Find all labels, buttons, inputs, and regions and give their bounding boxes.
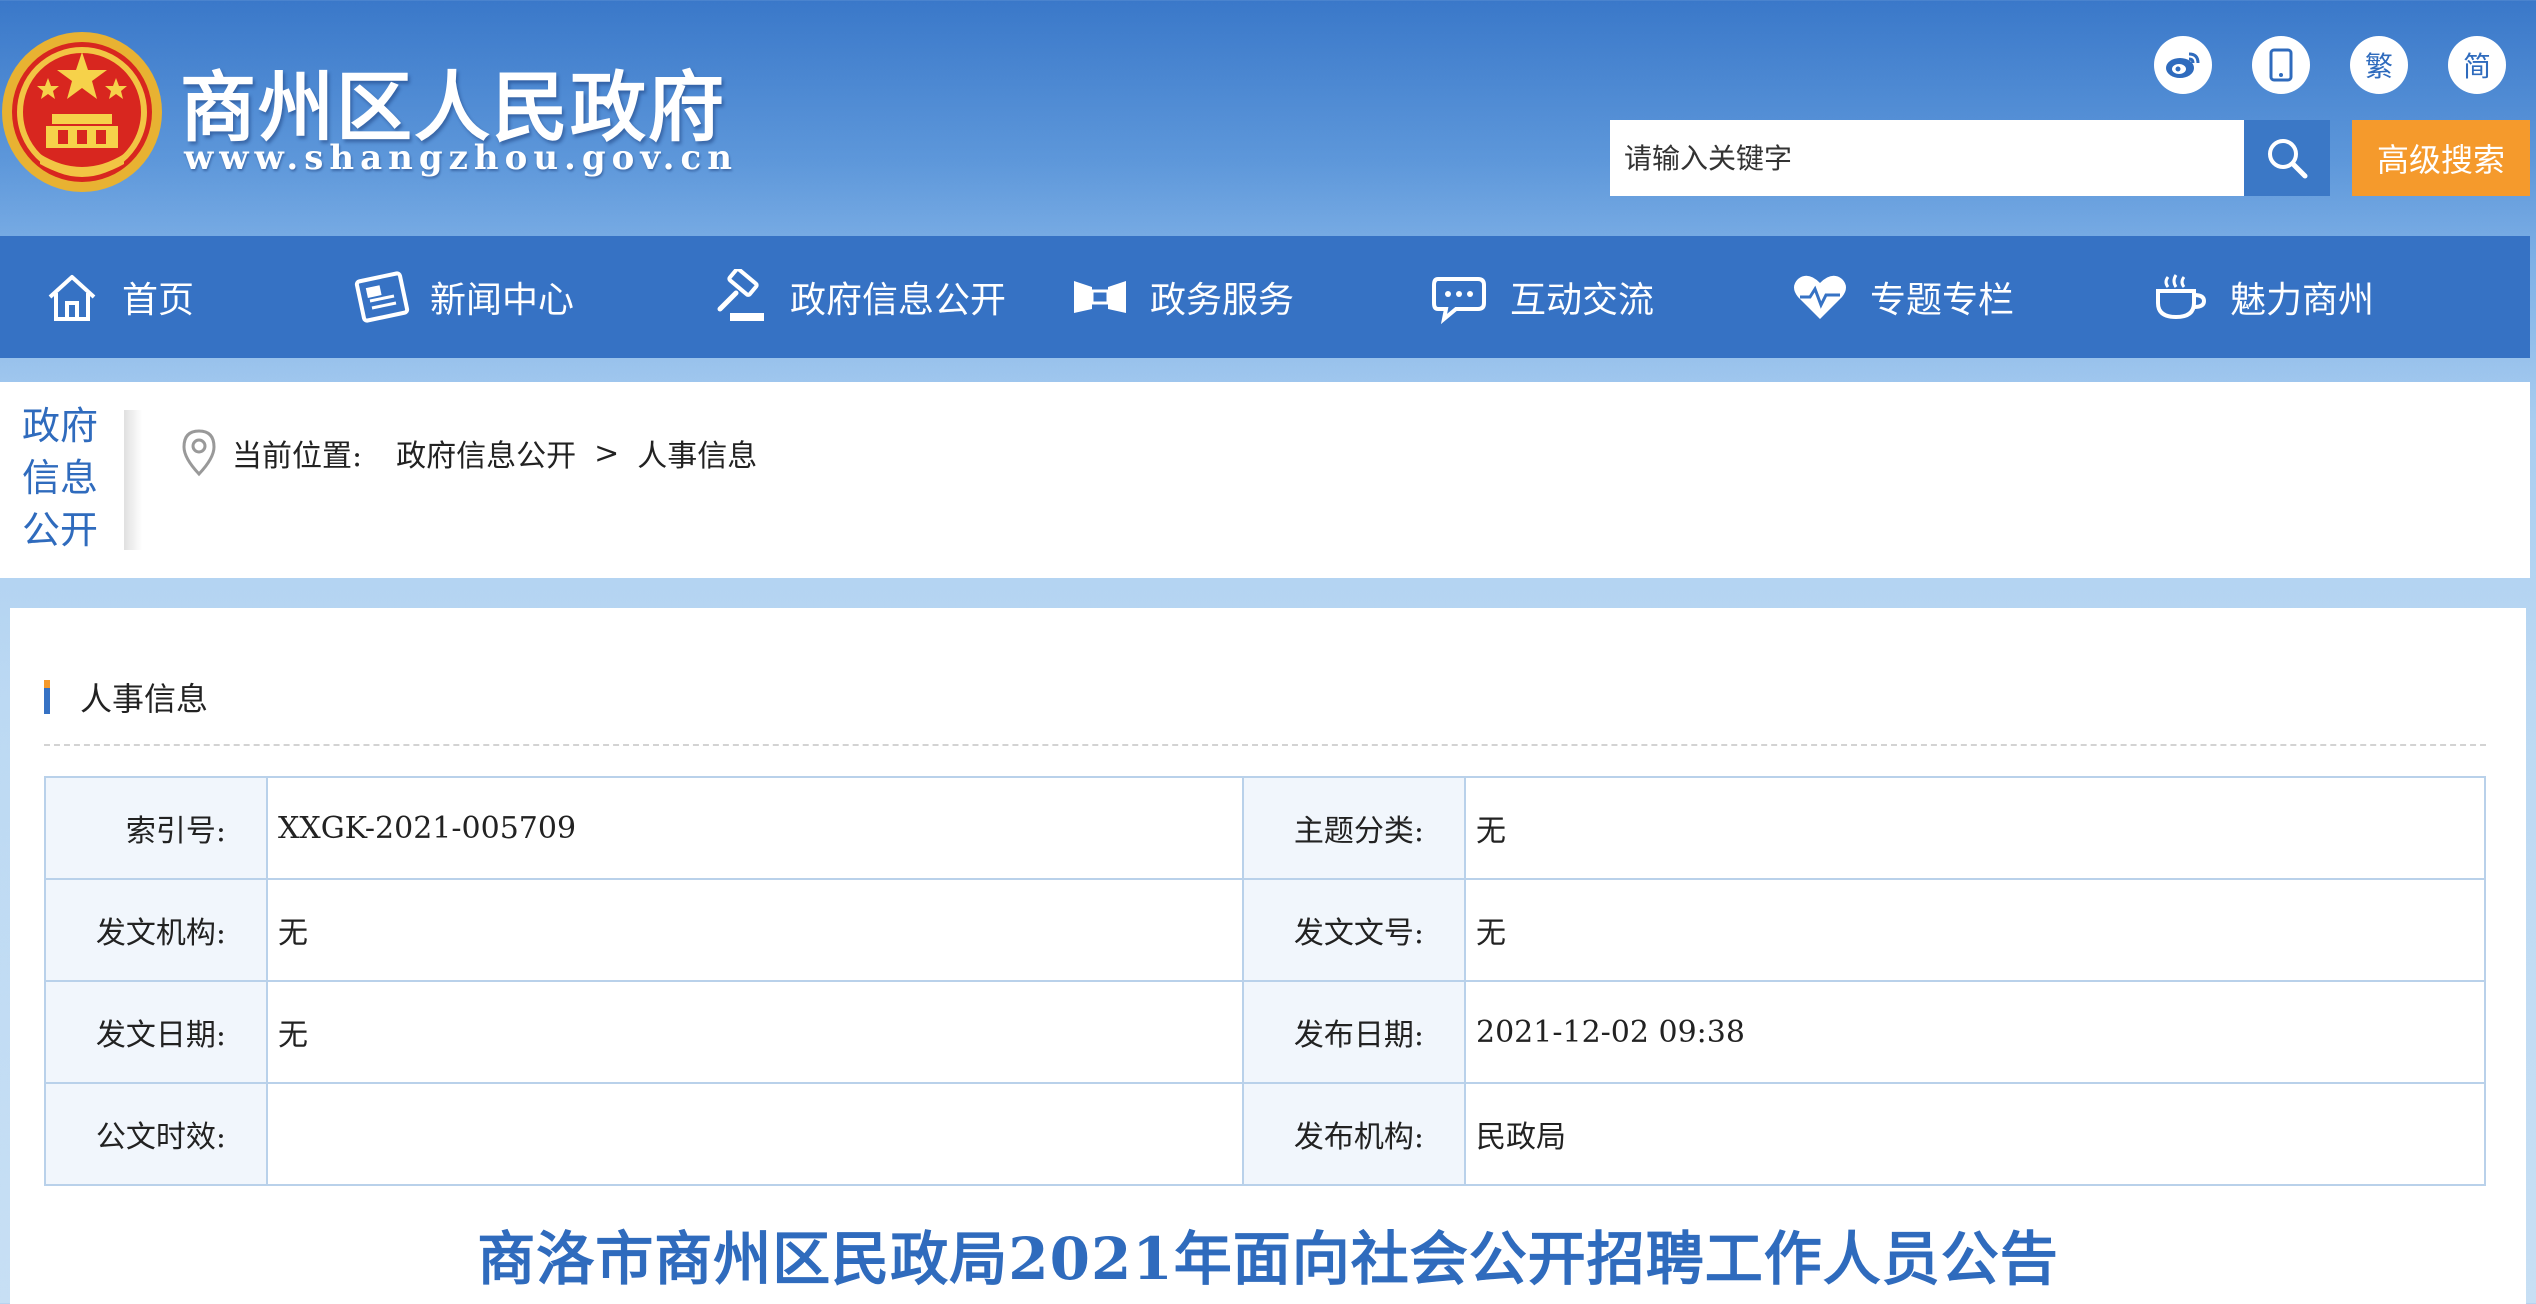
- meta-value: [266, 1082, 1244, 1186]
- side-label-line: 信息: [22, 456, 99, 500]
- meta-value: 民政局: [1464, 1082, 2486, 1186]
- cup-icon: [2150, 267, 2210, 327]
- advanced-search-button[interactable]: 高级搜索: [2352, 120, 2530, 196]
- meta-key: 发文机构:: [44, 878, 268, 982]
- divider: [124, 410, 142, 550]
- side-label-line: 政府: [22, 404, 99, 448]
- breadcrumb-separator: >: [594, 435, 620, 471]
- meta-key: 主题分类:: [1242, 776, 1466, 880]
- main-content: 人事信息 索引号: XXGK-2021-005709 主题分类: 无 发文机构:…: [10, 608, 2526, 1304]
- site-url: www.shangzhou.gov.cn: [184, 138, 738, 178]
- meta-key: 发布机构:: [1242, 1082, 1466, 1186]
- handshake-icon: [1070, 267, 1130, 327]
- location-pin-icon: [180, 428, 218, 478]
- nav-item-label: 新闻中心: [430, 280, 575, 321]
- document-meta-table: 索引号: XXGK-2021-005709 主题分类: 无 发文机构: 无 发文…: [44, 776, 2486, 1186]
- section-side-label: 政府 信息 公开: [22, 400, 122, 556]
- home-icon: [42, 267, 102, 327]
- gavel-icon: [710, 267, 770, 327]
- breadcrumb-panel: 政府 信息 公开 当前位置: 政府信息公开 > 人事信息: [0, 382, 2530, 578]
- meta-value: 无: [1464, 776, 2486, 880]
- section-title-marker: [44, 680, 50, 714]
- nav-item-label: 政府信息公开: [790, 280, 1007, 321]
- nav-item-label: 互动交流: [1510, 280, 1655, 321]
- breadcrumb-link-gov-info[interactable]: 政府信息公开: [396, 431, 576, 475]
- nav-item-label: 政务服务: [1150, 280, 1295, 321]
- nav-item-label: 专题专栏: [1870, 280, 2015, 321]
- section-title: 人事信息: [44, 674, 208, 720]
- meta-key: 发文日期:: [44, 980, 268, 1084]
- table-row: 发文日期: 无 发布日期: 2021-12-02 09:38: [44, 980, 2486, 1084]
- breadcrumb-link-personnel[interactable]: 人事信息: [637, 431, 757, 475]
- traditional-chinese-button[interactable]: 繁: [2350, 36, 2408, 94]
- article-title: 商洛市商州区民政局2021年面向社会公开招聘工作人员公告: [477, 1225, 2059, 1293]
- nav-item-gov-info[interactable]: 政府信息公开: [710, 236, 1070, 358]
- simplified-chinese-button[interactable]: 简: [2448, 36, 2506, 94]
- chat-icon: [1430, 267, 1490, 327]
- nav-item-interaction[interactable]: 互动交流: [1430, 236, 1790, 358]
- newspaper-icon: [350, 267, 410, 327]
- section-title-text: 人事信息: [80, 680, 209, 718]
- search-input[interactable]: [1624, 120, 2230, 196]
- heart-icon: [1790, 267, 1850, 327]
- weibo-icon[interactable]: [2154, 36, 2212, 94]
- dashed-divider: [44, 744, 2486, 746]
- side-label-line: 公开: [22, 508, 99, 552]
- search-box: [1610, 120, 2244, 196]
- nav-item-topics[interactable]: 专题专栏: [1790, 236, 2150, 358]
- nav-item-label: 首页: [122, 280, 195, 321]
- nav-item-home[interactable]: 首页: [0, 236, 350, 358]
- site-header: 商州区人民政府 www.shangzhou.gov.cn 繁 简 请输入关键字 …: [0, 0, 2536, 236]
- search-icon: [2268, 139, 2308, 179]
- table-row: 公文时效: 发布机构: 民政局: [44, 1082, 2486, 1186]
- meta-value: 无: [266, 878, 1244, 982]
- meta-value: 2021-12-02 09:38: [1464, 980, 2486, 1084]
- table-row: 发文机构: 无 发文文号: 无: [44, 878, 2486, 982]
- meta-key: 公文时效:: [44, 1082, 268, 1186]
- mobile-icon[interactable]: [2252, 36, 2310, 94]
- top-icon-bar: 繁 简: [2154, 36, 2506, 94]
- meta-key: 发文文号:: [1242, 878, 1466, 982]
- current-location-label: 当前位置:: [232, 439, 363, 474]
- meta-value: XXGK-2021-005709: [266, 776, 1244, 880]
- nav-item-charm[interactable]: 魅力商州: [2150, 236, 2510, 358]
- table-row: 索引号: XXGK-2021-005709 主题分类: 无: [44, 776, 2486, 880]
- nav-item-services[interactable]: 政务服务: [1070, 236, 1430, 358]
- meta-value: 无: [1464, 878, 2486, 982]
- main-nav: 首页 新闻中心 政府信息公开 政务服务 互动交流 专题专栏 魅力商州: [0, 236, 2530, 358]
- meta-key: 索引号:: [44, 776, 268, 880]
- national-emblem-icon: [0, 30, 164, 194]
- nav-item-news[interactable]: 新闻中心: [350, 236, 710, 358]
- breadcrumb: 当前位置: 政府信息公开 > 人事信息: [180, 428, 757, 478]
- nav-item-label: 魅力商州: [2230, 280, 2375, 321]
- meta-key: 发布日期:: [1242, 980, 1466, 1084]
- search-button[interactable]: [2244, 120, 2330, 196]
- meta-value: 无: [266, 980, 1244, 1084]
